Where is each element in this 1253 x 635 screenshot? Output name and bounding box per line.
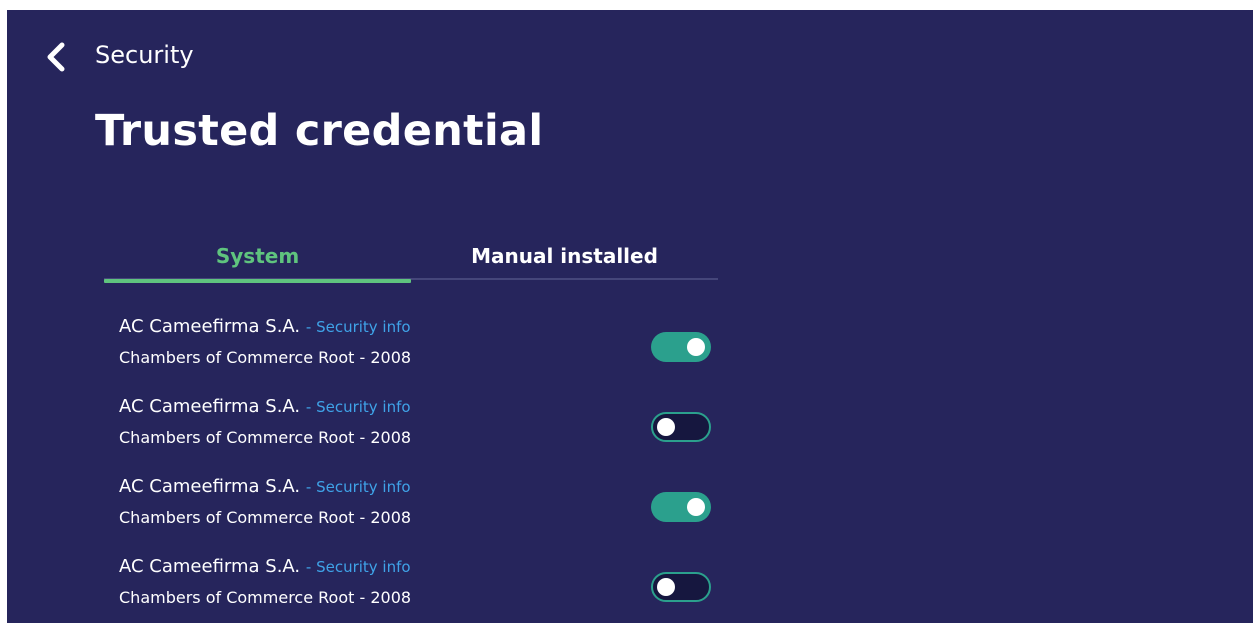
settings-screen: Security Trusted credential System Manua… (7, 10, 1253, 623)
certificate-toggle[interactable] (651, 572, 711, 602)
certificate-list: AC Cameefirma S.A. - Security info Chamb… (119, 315, 719, 635)
certificate-subtitle: Chambers of Commerce Root - 2008 (119, 508, 412, 527)
page-title: Trusted credential (95, 106, 544, 156)
list-item: AC Cameefirma S.A. - Security info Chamb… (119, 315, 719, 395)
certificate-subtitle: Chambers of Commerce Root - 2008 (119, 588, 412, 607)
security-info-link[interactable]: - Security info (306, 318, 411, 336)
breadcrumb: Security (95, 41, 194, 69)
certificate-toggle[interactable] (651, 492, 711, 522)
back-button[interactable] (41, 40, 71, 74)
security-info-link[interactable]: - Security info (306, 398, 411, 416)
certificate-name: AC Cameefirma S.A. (119, 476, 301, 497)
certificate-name: AC Cameefirma S.A. (119, 396, 301, 417)
certificate-subtitle: Chambers of Commerce Root - 2008 (119, 428, 412, 447)
security-info-link[interactable]: - Security info (306, 558, 411, 576)
certificate-title-line: AC Cameefirma S.A. - Security info (119, 395, 411, 419)
active-tab-indicator (104, 279, 411, 283)
certificate-subtitle: Chambers of Commerce Root - 2008 (119, 348, 412, 367)
tab-system[interactable]: System (104, 237, 411, 275)
certificate-title-line: AC Cameefirma S.A. - Security info (119, 555, 411, 579)
toggle-knob (687, 338, 705, 356)
toggle-knob (657, 418, 675, 436)
list-item: AC Cameefirma S.A. - Security info Chamb… (119, 555, 719, 635)
certificate-name: AC Cameefirma S.A. (119, 316, 301, 337)
list-item: AC Cameefirma S.A. - Security info Chamb… (119, 395, 719, 475)
certificate-toggle[interactable] (651, 412, 711, 442)
toggle-knob (657, 578, 675, 596)
tab-manual-installed[interactable]: Manual installed (411, 237, 718, 275)
certificate-title-line: AC Cameefirma S.A. - Security info (119, 475, 411, 499)
tab-bar: System Manual installed (104, 237, 718, 283)
chevron-left-icon (45, 42, 67, 72)
toggle-knob (687, 498, 705, 516)
certificate-title-line: AC Cameefirma S.A. - Security info (119, 315, 411, 339)
security-info-link[interactable]: - Security info (306, 478, 411, 496)
list-item: AC Cameefirma S.A. - Security info Chamb… (119, 475, 719, 555)
certificate-toggle[interactable] (651, 332, 711, 362)
certificate-name: AC Cameefirma S.A. (119, 556, 301, 577)
